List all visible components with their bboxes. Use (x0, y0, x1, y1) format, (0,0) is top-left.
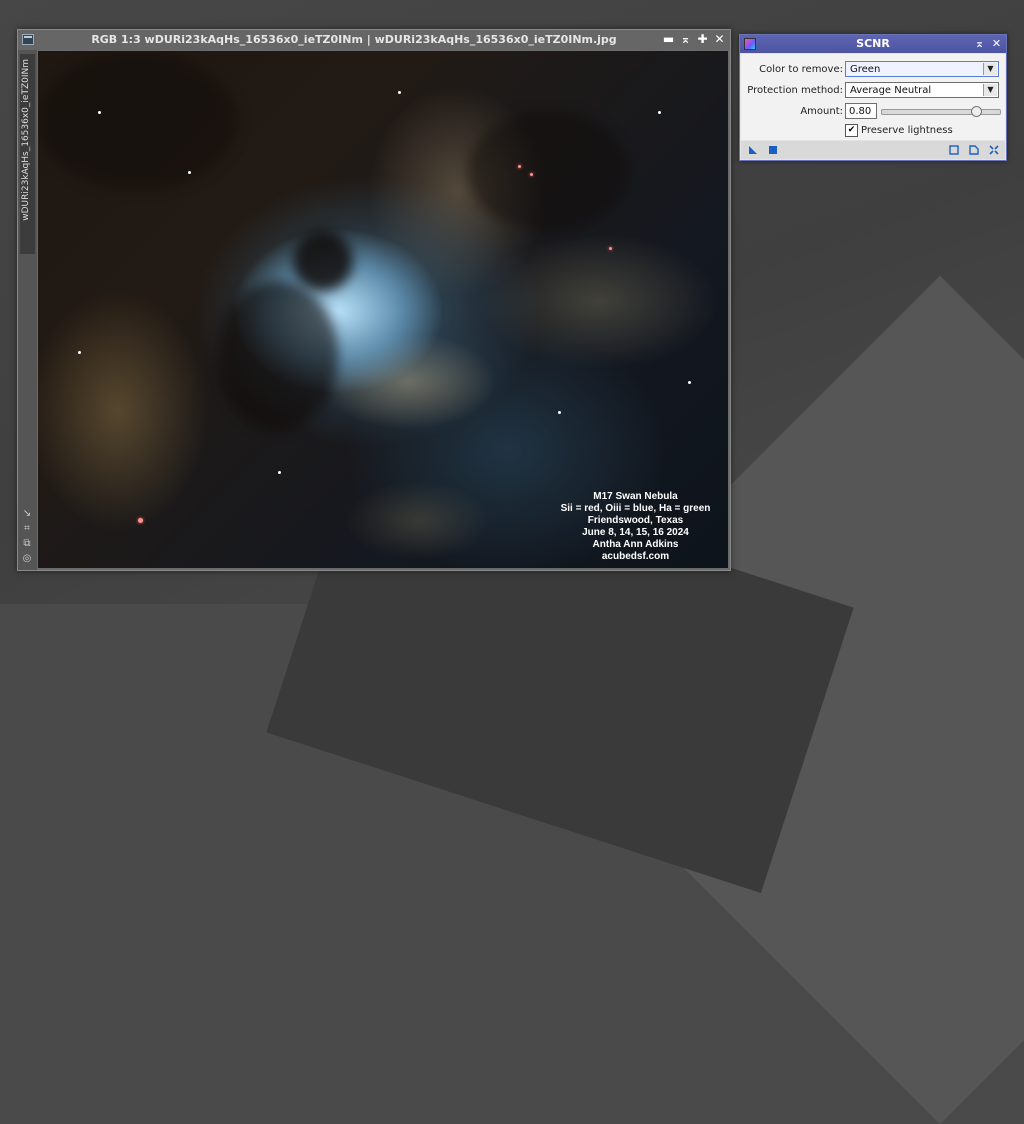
protection-method-label: Protection method: (747, 85, 843, 96)
caption-line: Sii = red, Oiii = blue, Ha = green (560, 503, 711, 514)
nebula-image[interactable]: M17 Swan Nebula Sii = red, Oiii = blue, … (38, 51, 728, 568)
protection-method-value: Average Neutral (850, 85, 932, 96)
image-window-title: RGB 1:3 wDURi23kAqHs_16536x0_ieTZ0INm | … (91, 33, 617, 46)
image-window[interactable]: RGB 1:3 wDURi23kAqHs_16536x0_ieTZ0INm | … (17, 29, 731, 571)
dropdown-arrow-icon[interactable]: ▼ (983, 84, 997, 96)
scnr-footer (741, 141, 1005, 159)
preferences-icon[interactable] (969, 145, 979, 155)
reset-icon[interactable] (989, 145, 999, 155)
caption-line: Antha Ann Adkins (592, 539, 679, 550)
star (518, 165, 521, 168)
minimize-icon[interactable]: ⌅ (679, 32, 692, 47)
image-caption: M17 Swan Nebula Sii = red, Oiii = blue, … (548, 491, 723, 563)
color-to-remove-value: Green (850, 64, 881, 75)
amount-slider[interactable] (881, 106, 1001, 117)
star (658, 111, 661, 114)
color-to-remove-label: Color to remove: (759, 64, 843, 75)
view-id-tab[interactable]: wDURi23kAqHs_16536x0_ieTZ0INm (20, 54, 35, 254)
caption-line: M17 Swan Nebula (593, 491, 678, 502)
star (688, 381, 691, 384)
maximize-icon[interactable]: ✚ (696, 32, 709, 47)
zoom-fit-icon[interactable]: ↘ (21, 508, 33, 519)
image-window-titlebar[interactable]: RGB 1:3 wDURi23kAqHs_16536x0_ieTZ0INm | … (18, 30, 730, 50)
dark-lane (38, 51, 238, 191)
preserve-lightness-checkbox[interactable]: ✔ (845, 124, 858, 137)
new-instance-icon[interactable] (748, 145, 758, 155)
scnr-body: Color to remove: Green ▼ Protection meth… (741, 54, 1005, 140)
scnr-title: SCNR (856, 37, 890, 50)
color-to-remove-select[interactable]: Green ▼ (845, 61, 999, 77)
amount-label: Amount: (800, 106, 843, 117)
preserve-lightness-label: Preserve lightness (861, 125, 953, 136)
caption-line: acubedsf.com (601, 551, 670, 562)
protection-method-select[interactable]: Average Neutral ▼ (845, 82, 999, 98)
grid-icon[interactable]: ⌗ (21, 523, 33, 534)
star (138, 518, 143, 523)
amount-input[interactable]: 0.80 (845, 103, 877, 119)
dark-lane (293, 231, 353, 291)
slider-knob[interactable] (971, 106, 983, 117)
view-id-label: wDURi23kAqHs_16536x0_ieTZ0INm (21, 59, 31, 221)
star (188, 171, 191, 174)
image-side-panel: wDURi23kAqHs_16536x0_ieTZ0INm ↘ ⌗ ⧉ ◎ (18, 50, 37, 570)
close-icon[interactable]: ✕ (990, 36, 1003, 51)
scnr-panel[interactable]: SCNR ⌅ ✕ Color to remove: Green ▼ Protec… (739, 34, 1007, 161)
amount-row: Amount: 0.80 (741, 103, 1005, 121)
dropdown-arrow-icon[interactable]: ▼ (983, 63, 997, 75)
mask-icon[interactable]: ◎ (21, 553, 33, 564)
star (530, 173, 533, 176)
star (278, 471, 281, 474)
protection-method-row: Protection method: Average Neutral ▼ (741, 82, 1005, 100)
caption-line: June 8, 14, 15, 16 2024 (582, 527, 689, 538)
close-icon[interactable]: ✕ (713, 32, 726, 47)
clone-icon[interactable]: ⧉ (21, 538, 33, 549)
color-to-remove-row: Color to remove: Green ▼ (741, 61, 1005, 79)
browse-documentation-icon[interactable] (949, 145, 959, 155)
star (398, 91, 401, 94)
image-window-icon[interactable] (22, 34, 34, 45)
scnr-titlebar[interactable]: SCNR ⌅ ✕ (740, 35, 1006, 53)
star (98, 111, 101, 114)
dark-lane (218, 281, 338, 431)
star (78, 351, 81, 354)
caption-line: Friendswood, Texas (587, 515, 684, 526)
dark-lane (468, 111, 628, 231)
star (558, 411, 561, 414)
shade-icon[interactable]: ▬ (662, 32, 675, 47)
preserve-lightness-row: ✔ Preserve lightness (741, 122, 1005, 140)
shade-icon[interactable]: ⌅ (973, 36, 986, 51)
apply-global-icon[interactable] (768, 145, 778, 155)
star (609, 247, 612, 250)
